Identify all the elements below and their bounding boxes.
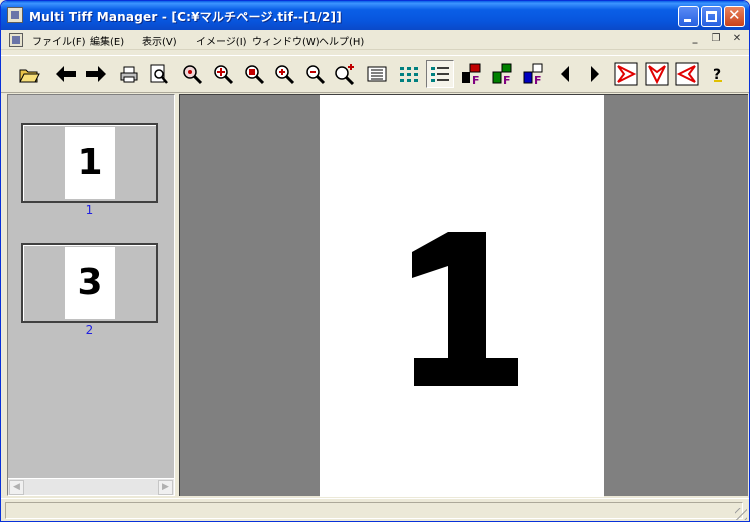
prev-page-button[interactable] [551, 60, 579, 88]
zoom-in-icon [275, 65, 295, 85]
menu-window[interactable]: ウィンドウ(W) [252, 33, 320, 48]
resize-grip-icon[interactable] [735, 508, 747, 520]
help-icon: ? [713, 67, 722, 83]
maximize-button[interactable] [701, 6, 722, 27]
rotate-down-icon [645, 62, 669, 86]
help-button[interactable]: ? [704, 60, 732, 88]
toolbar: F F F ? [1, 55, 749, 93]
open-button[interactable] [15, 60, 43, 88]
title-bar[interactable]: Multi Tiff Manager - [C:¥マルチページ.tif--[1/… [1, 1, 749, 30]
mdi-controls: _ ❐ ✕ [682, 31, 745, 49]
extract-page-icon: F [523, 63, 543, 86]
menu-view[interactable]: 表示(V) [142, 33, 177, 48]
thumbnail-page-glyph: 3 [77, 262, 103, 303]
thumbnail-page-1[interactable]: 1 [21, 123, 158, 203]
app-window: Multi Tiff Manager - [C:¥マルチページ.tif--[1/… [0, 0, 750, 522]
status-panel [5, 502, 743, 519]
minimize-button[interactable] [678, 6, 699, 27]
zoom-custom-button[interactable] [331, 60, 359, 88]
zoom-out-icon [306, 65, 326, 85]
menu-file[interactable]: ファイル(F) [32, 33, 86, 48]
horizontal-scrollbar[interactable]: ◀ ▶ [8, 478, 174, 495]
menu-edit[interactable]: 編集(E) [90, 33, 124, 48]
page-list-icon [367, 66, 387, 82]
print-preview-icon [150, 64, 168, 84]
menu-image[interactable]: イメージ(I) [196, 33, 247, 48]
zoom-actual-button[interactable] [240, 60, 268, 88]
thumbnail-label[interactable]: 2 [8, 323, 171, 337]
thumbnail-grid-button[interactable] [395, 60, 423, 88]
print-button[interactable] [115, 60, 143, 88]
close-button[interactable]: ✕ [724, 6, 745, 27]
extract-page-button[interactable]: F [519, 60, 547, 88]
thumbnail-list-icon [431, 67, 449, 82]
thumbnail-page-image: 1 [65, 127, 115, 199]
app-icon[interactable] [7, 7, 23, 23]
zoom-in-button[interactable] [270, 60, 298, 88]
replace-page-button[interactable]: F [488, 60, 516, 88]
mdi-minimize-icon[interactable]: _ [687, 32, 703, 46]
svg-text:F: F [503, 74, 511, 86]
rotate-left-icon [675, 62, 699, 86]
rotate-right-button[interactable] [612, 60, 640, 88]
print-preview-button[interactable] [145, 60, 173, 88]
back-arrow-icon [56, 66, 76, 82]
minimize-icon [684, 19, 691, 22]
scroll-left-icon[interactable]: ◀ [9, 480, 24, 495]
next-page-button[interactable] [581, 60, 609, 88]
mdi-restore-icon[interactable]: ❐ [708, 32, 724, 46]
insert-page-icon: F [462, 63, 481, 86]
next-page-icon [591, 66, 599, 82]
back-button[interactable] [52, 60, 80, 88]
thumbnail-page-2[interactable]: 3 [21, 243, 158, 323]
mdi-close-icon[interactable]: ✕ [729, 32, 745, 46]
image-view[interactable] [179, 94, 748, 497]
page-image [320, 95, 604, 497]
thumbnail-label[interactable]: 1 [8, 203, 171, 217]
scroll-right-icon[interactable]: ▶ [158, 480, 173, 495]
maximize-icon [706, 11, 717, 22]
window-title: Multi Tiff Manager - [C:¥マルチページ.tif--[1/… [29, 10, 342, 24]
menu-bar: ファイル(F) 編集(E) 表示(V) イメージ(I) ウィンドウ(W) ヘルプ… [1, 30, 749, 50]
open-folder-icon [19, 69, 40, 83]
rotate-down-button[interactable] [643, 60, 671, 88]
status-bar [1, 498, 749, 521]
close-icon: ✕ [728, 6, 741, 24]
svg-text:F: F [472, 74, 480, 86]
document-icon[interactable] [9, 33, 23, 47]
insert-page-button[interactable]: F [457, 60, 485, 88]
menu-help[interactable]: ヘルプ(H) [319, 33, 364, 48]
page-glyph-shape [412, 232, 518, 386]
forward-button[interactable] [82, 60, 110, 88]
svg-text:F: F [534, 74, 542, 86]
zoom-custom-icon [335, 64, 355, 85]
thumbnail-page-image: 3 [65, 247, 115, 319]
rotate-right-icon [614, 62, 638, 86]
zoom-icon [183, 65, 203, 85]
prev-page-icon [561, 66, 569, 82]
thumbnail-page-glyph: 1 [77, 142, 103, 183]
print-icon [120, 66, 138, 83]
rotate-left-button[interactable] [673, 60, 701, 88]
forward-arrow-icon [86, 66, 106, 82]
zoom-button[interactable] [178, 60, 206, 88]
page-list-button[interactable] [363, 60, 391, 88]
thumbnail-list-button[interactable] [426, 60, 454, 88]
thumbnail-grid-icon [400, 67, 418, 82]
replace-page-icon: F [492, 63, 512, 86]
zoom-actual-icon [245, 65, 265, 85]
thumbnail-pane[interactable]: 1 1 3 2 ◀ ▶ [7, 94, 175, 496]
zoom-out-button[interactable] [301, 60, 329, 88]
zoom-fit-icon [214, 65, 234, 85]
zoom-fit-button[interactable] [209, 60, 237, 88]
